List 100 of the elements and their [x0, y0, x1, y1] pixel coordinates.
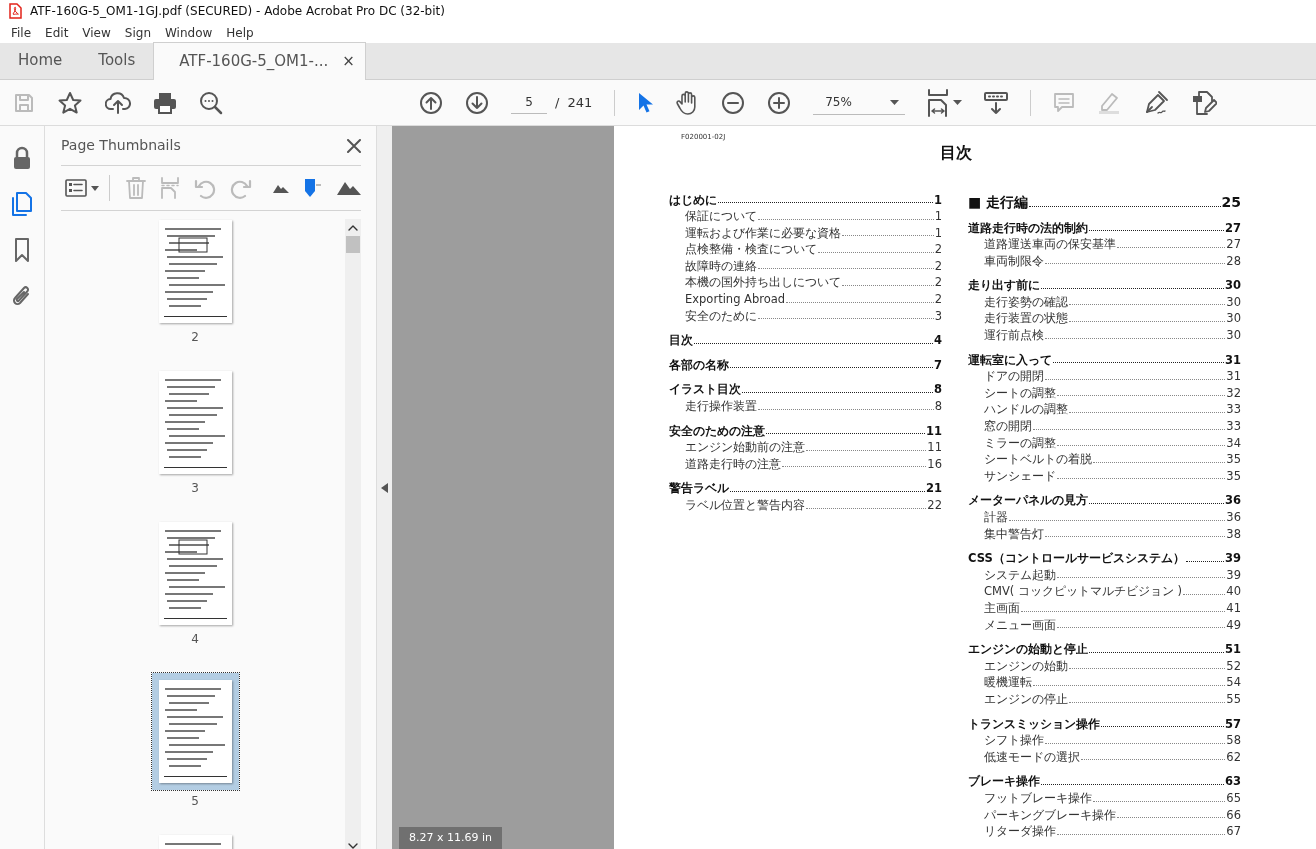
toc-entry[interactable]: CSS（コントロールサービスシステム）: [968, 550, 1185, 567]
toc-entry[interactable]: シフト操作: [984, 732, 1044, 749]
page-thumbnail-drawing[interactable]: [158, 680, 232, 783]
edit-document-icon[interactable]: [1191, 89, 1218, 116]
lock-icon[interactable]: [12, 146, 32, 170]
toc-entry[interactable]: ドアの開閉: [984, 368, 1044, 385]
toc-entry[interactable]: 点検整備・検査について: [685, 241, 817, 258]
toc-entry[interactable]: フットブレーキ操作: [984, 789, 1092, 807]
page-number-field[interactable]: 5: [511, 91, 547, 114]
toc-page-number: 39: [1226, 566, 1241, 584]
toc-entry[interactable]: エンジンの始動と停止: [968, 641, 1088, 658]
toc-entry[interactable]: はじめに: [669, 191, 717, 209]
toc-page-number: 4: [934, 332, 942, 349]
page-up-icon[interactable]: [419, 90, 443, 115]
toc-entry[interactable]: ハンドルの調整: [984, 401, 1068, 419]
toc-entry[interactable]: ■ 走行編: [968, 191, 1029, 212]
page-thumbnail-drawing[interactable]: [158, 522, 232, 625]
large-mountain-icon[interactable]: [337, 181, 361, 195]
toc-entry[interactable]: 暖機運転: [984, 674, 1032, 691]
toc-entry[interactable]: CMV( コックピットマルチビジョン ): [984, 583, 1183, 600]
page-thumbnail-drawing[interactable]: [158, 220, 232, 323]
fit-page-icon[interactable]: [927, 88, 950, 117]
toc-entry[interactable]: 道路運送車両の保安基準: [984, 236, 1116, 253]
toc-entry[interactable]: 窓の開閉: [984, 418, 1032, 435]
scroll-mode-icon[interactable]: [984, 90, 1009, 115]
toc-entry[interactable]: エンジンの停止: [984, 690, 1068, 708]
toc-entry[interactable]: 運転および作業に必要な資格: [685, 224, 841, 242]
toc-entry[interactable]: 本機の国外持ち出しについて: [685, 274, 841, 292]
bookmark-icon[interactable]: [14, 238, 30, 262]
toc-entry[interactable]: 走り出す前に: [968, 277, 1040, 294]
toc-entry[interactable]: 警告ラベル: [669, 480, 729, 497]
toc-entry[interactable]: 目次: [669, 332, 693, 349]
thumbnail-selection[interactable]: [151, 673, 239, 790]
toc-entry[interactable]: ラベル位置と警告内容: [685, 497, 805, 514]
small-mountain-icon[interactable]: [273, 183, 289, 193]
zoom-in-icon[interactable]: [767, 90, 792, 115]
zoom-out-icon[interactable]: [721, 90, 746, 115]
pages-icon[interactable]: [11, 192, 33, 216]
size-slider-thumb[interactable]: [305, 179, 321, 197]
toc-entry[interactable]: パーキングブレーキ操作: [984, 806, 1116, 824]
toc-entry[interactable]: シートの調整: [984, 384, 1056, 402]
toc-entry[interactable]: メーターパネルの見方: [968, 492, 1088, 509]
toc-entry[interactable]: イラスト目次: [669, 381, 741, 399]
toc-page-number: 8: [934, 398, 942, 415]
toc-entry[interactable]: サンシェード: [984, 467, 1056, 485]
close-button[interactable]: ×: [342, 50, 355, 73]
toc-entry[interactable]: トランスミッション操作: [968, 715, 1100, 733]
toc-entry[interactable]: シートベルトの着脱: [984, 451, 1092, 468]
menu-item[interactable]: Edit: [38, 23, 76, 42]
print-icon[interactable]: [153, 91, 177, 114]
toc-entry[interactable]: ミラーの調整: [984, 434, 1056, 452]
toc-entry[interactable]: エンジンの始動: [984, 657, 1068, 675]
toc-entry[interactable]: 車両制限令: [984, 252, 1044, 270]
toc-entry[interactable]: 走行操作装置: [685, 398, 757, 415]
menu-item[interactable]: Window: [158, 23, 220, 42]
toc-entry[interactable]: 安全のために: [685, 307, 757, 325]
toc-entry[interactable]: 道路走行時の注意: [685, 455, 781, 473]
zoom-field[interactable]: 75%: [813, 90, 906, 115]
toc-entry[interactable]: 各部の名称: [669, 356, 729, 374]
menu-item[interactable]: View: [75, 23, 118, 42]
tab[interactable]: Home: [0, 42, 81, 79]
scrollbar[interactable]: [345, 219, 361, 849]
paperclip-icon[interactable]: [12, 284, 32, 308]
toc-page-number: 49: [1226, 616, 1241, 634]
options-icon[interactable]: [65, 179, 87, 197]
toc-entry[interactable]: システム起動: [984, 566, 1056, 584]
upload-icon[interactable]: [105, 90, 131, 115]
tab[interactable]: Tools: [80, 42, 154, 79]
scrollbar-thumb[interactable]: [346, 236, 360, 253]
menu-item[interactable]: Sign: [117, 23, 158, 42]
toc-entry[interactable]: 運行前点検: [984, 327, 1044, 344]
toc-entry[interactable]: ブレーキ操作: [968, 773, 1040, 790]
toc-entry[interactable]: 低速モードの選択: [984, 748, 1080, 766]
page-thumbnail-drawing[interactable]: [158, 371, 232, 474]
toc-entry[interactable]: 主画面: [984, 599, 1020, 617]
toc-entry[interactable]: 集中警告灯: [984, 525, 1044, 543]
menu-item[interactable]: Help: [219, 23, 261, 42]
page-down-icon[interactable]: [465, 90, 489, 115]
toc-entry[interactable]: 故障時の連絡: [685, 257, 757, 275]
pen-icon[interactable]: [1143, 89, 1170, 116]
collapse-icon[interactable]: [381, 482, 388, 493]
toc-entry[interactable]: 走行姿勢の確認: [984, 293, 1068, 311]
close-icon[interactable]: [347, 138, 361, 153]
search-icon[interactable]: [199, 90, 223, 115]
toc-entry[interactable]: エンジン始動前の注意: [685, 439, 805, 456]
toc-entry[interactable]: 運転室に入って: [968, 351, 1052, 369]
toc-entry[interactable]: 安全のための注意: [669, 422, 765, 440]
menu-item[interactable]: File: [4, 23, 39, 42]
pointer-icon[interactable]: [637, 91, 654, 114]
toc-entry[interactable]: Exporting Abroad: [685, 291, 786, 308]
toc-entry[interactable]: 道路走行時の法的制約: [968, 219, 1088, 237]
toc-entry[interactable]: リターダ操作: [984, 823, 1056, 840]
toc-entry[interactable]: 計器: [984, 509, 1008, 526]
document-tab[interactable]: ATF-160G-5_OM1-... ×: [153, 42, 366, 80]
toc-entry[interactable]: 走行装置の状態: [984, 310, 1068, 328]
toc-entry[interactable]: 保証について: [685, 208, 757, 225]
toc-entry[interactable]: メニュー画面: [984, 616, 1056, 634]
comment-icon: [1053, 91, 1076, 114]
caret-icon: [953, 100, 963, 105]
star-icon[interactable]: [57, 90, 83, 115]
